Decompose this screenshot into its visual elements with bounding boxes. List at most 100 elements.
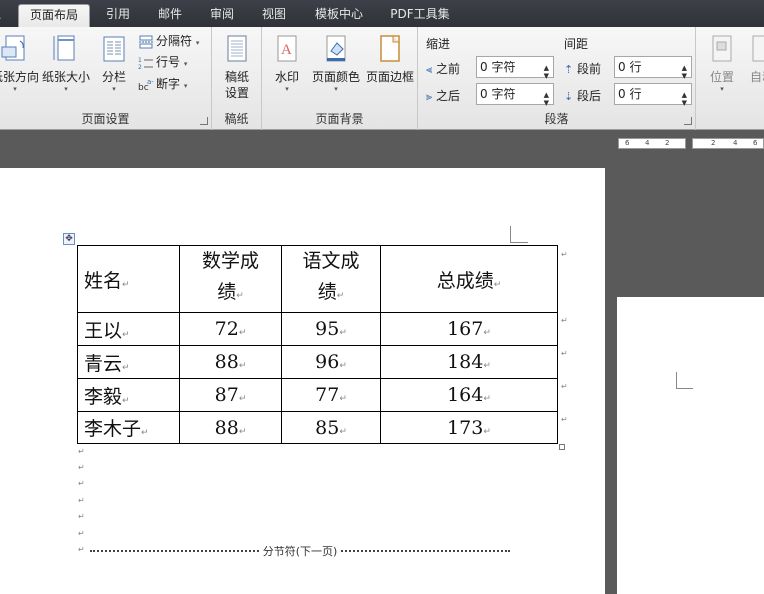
indent-right-icon: ⫸ bbox=[426, 90, 433, 103]
ribbon-tab-bar: 入 页面布局 引用 邮件 审阅 视图 模板中心 PDF工具集 bbox=[0, 0, 764, 27]
line-numbers-button[interactable]: 1 2 行号 ▾ bbox=[138, 53, 187, 73]
table-cell[interactable]: 95↵ bbox=[281, 312, 381, 346]
section-break[interactable]: 分节符(下一页) bbox=[90, 543, 510, 559]
space-after-input[interactable]: 0 行 ▲ ▼ bbox=[614, 83, 692, 107]
table-row: 青云↵ 88↵ 96↵ 184↵ bbox=[77, 345, 558, 379]
tab-template-center[interactable]: 模板中心 bbox=[306, 4, 372, 27]
document-page-next[interactable] bbox=[617, 297, 764, 594]
tab-page-layout[interactable]: 页面布局 bbox=[18, 4, 90, 27]
table-row: 李木子↵ 88↵ 85↵ 173↵ bbox=[77, 411, 558, 444]
draft-paper-label-line2: 设置 bbox=[224, 86, 249, 100]
tab-review[interactable]: 审阅 bbox=[200, 4, 244, 27]
table-cell[interactable]: 96↵ bbox=[281, 345, 381, 379]
space-after-icon: ⇣ bbox=[564, 90, 574, 103]
breaks-icon bbox=[139, 35, 153, 48]
ruler-tick: 2 bbox=[665, 139, 670, 147]
page-color-button[interactable]: 页面颜色 ▾ bbox=[308, 33, 364, 93]
paragraph-mark: ↵ bbox=[78, 463, 85, 472]
spacing-title: 间距 bbox=[564, 37, 589, 51]
line-numbers-label: 行号 bbox=[156, 55, 181, 69]
ruler-right[interactable]: 2 4 6 bbox=[692, 138, 764, 149]
watermark-label: 水印 bbox=[274, 70, 299, 84]
chevron-down-icon: ▾ bbox=[112, 85, 116, 93]
orientation-label: 纸张方向 bbox=[0, 70, 39, 84]
tab-pdf-tools[interactable]: PDF工具集 bbox=[382, 4, 458, 27]
paragraph-mark: ↵ bbox=[78, 496, 85, 505]
table-cell[interactable]: 88↵ bbox=[179, 411, 282, 444]
table-cell[interactable]: 李木子↵ bbox=[77, 411, 180, 444]
table-cell[interactable]: 87↵ bbox=[179, 378, 282, 412]
columns-label: 分栏 bbox=[101, 70, 126, 84]
breaks-label: 分隔符 bbox=[156, 34, 193, 48]
group-label-paragraph: 段落 bbox=[544, 112, 569, 126]
tab-insert-partial[interactable]: 入 bbox=[0, 4, 4, 27]
row-end-mark: ↵ bbox=[561, 250, 568, 259]
tab-mailings[interactable]: 邮件 bbox=[148, 4, 192, 27]
table-cell[interactable]: 72↵ bbox=[179, 312, 282, 346]
row-end-mark: ↵ bbox=[561, 415, 568, 424]
space-before-input[interactable]: 0 行 ▲ ▼ bbox=[614, 56, 692, 80]
svg-text:A: A bbox=[281, 42, 292, 58]
header-cell-total[interactable]: 总成绩↵ bbox=[380, 245, 558, 313]
wrap-text-icon bbox=[752, 35, 764, 62]
header-cell-math[interactable]: 数学成 绩↵ bbox=[179, 245, 282, 313]
table-header-row: 姓名↵ 数学成 绩↵ 语文成 绩↵ 总成绩↵ bbox=[77, 245, 558, 313]
page-color-label: 页面颜色 bbox=[311, 70, 360, 84]
margin-corner-mark bbox=[510, 226, 528, 243]
position-icon bbox=[712, 35, 732, 62]
chevron-down-icon: ▾ bbox=[285, 85, 289, 93]
table-cell[interactable]: 88↵ bbox=[179, 345, 282, 379]
header-cell-name[interactable]: 姓名↵ bbox=[77, 245, 180, 313]
group-page-setup: 纸张方向 ▾ 纸张大小 ▾ 分栏 ▾ 分隔符 ▾ 12行号 ▾ bbox=[0, 27, 212, 130]
indent-after-input[interactable]: 0 字符 ▲ ▼ bbox=[476, 83, 554, 107]
svg-text:2: 2 bbox=[138, 64, 142, 70]
table-cell[interactable]: 青云↵ bbox=[77, 345, 180, 379]
columns-icon bbox=[103, 36, 125, 62]
wrap-button[interactable]: 自动 bbox=[742, 33, 764, 85]
table-cell[interactable]: 85↵ bbox=[281, 411, 381, 444]
position-button[interactable]: 位置 ▾ bbox=[702, 33, 742, 93]
breaks-button[interactable]: 分隔符 ▾ bbox=[138, 32, 199, 52]
table-cell[interactable]: 王以↵ bbox=[77, 312, 180, 346]
table-move-handle[interactable]: ✥ bbox=[63, 233, 75, 245]
paragraph-mark: ↵ bbox=[78, 447, 85, 456]
chevron-down-icon: ▾ bbox=[334, 85, 338, 93]
table-cell[interactable]: 173↵ bbox=[380, 411, 558, 444]
table-cell[interactable]: 164↵ bbox=[380, 378, 558, 412]
draft-paper-button[interactable]: 稿纸 设置 bbox=[214, 33, 260, 101]
indent-title: 缩进 bbox=[426, 37, 451, 51]
table-cell[interactable]: 李毅↵ bbox=[77, 378, 180, 412]
tab-references[interactable]: 引用 bbox=[96, 4, 140, 27]
grades-table[interactable]: 姓名↵ 数学成 绩↵ 语文成 绩↵ 总成绩↵ 王以↵ 72↵ 95↵ 167↵ 青云… bbox=[77, 245, 558, 444]
page-borders-button[interactable]: 页面边框 bbox=[364, 33, 416, 85]
table-cell[interactable]: 184↵ bbox=[380, 345, 558, 379]
hyphenation-button[interactable]: bc a- 断字 ▾ bbox=[138, 75, 187, 95]
paragraph-mark: ↵ bbox=[78, 512, 85, 521]
space-before-label: ⇡ 段前 bbox=[564, 62, 602, 76]
ruler-left[interactable]: 6 4 2 bbox=[618, 138, 686, 149]
page-color-icon bbox=[326, 35, 346, 62]
svg-text:a-: a- bbox=[147, 78, 154, 86]
draft-paper-icon bbox=[227, 35, 247, 62]
ribbon: 纸张方向 ▾ 纸张大小 ▾ 分栏 ▾ 分隔符 ▾ 12行号 ▾ bbox=[0, 27, 764, 130]
paragraph-mark: ↵ bbox=[78, 545, 85, 554]
draft-paper-label-line1: 稿纸 bbox=[224, 70, 249, 84]
dialog-launcher-icon[interactable] bbox=[200, 117, 208, 125]
row-end-mark: ↵ bbox=[561, 316, 568, 325]
table-resize-handle[interactable] bbox=[559, 444, 565, 450]
columns-button[interactable]: 分栏 ▾ bbox=[96, 33, 132, 93]
orientation-button[interactable]: 纸张方向 ▾ bbox=[0, 33, 40, 93]
table-cell[interactable]: 167↵ bbox=[380, 312, 558, 346]
space-before-icon: ⇡ bbox=[564, 63, 574, 76]
tab-view[interactable]: 视图 bbox=[252, 4, 296, 27]
hyphenation-icon: bca- bbox=[138, 78, 154, 92]
section-break-label: 分节符(下一页) bbox=[260, 543, 340, 559]
table-cell[interactable]: 77↵ bbox=[281, 378, 381, 412]
header-cell-chinese[interactable]: 语文成 绩↵ bbox=[281, 245, 381, 313]
paper-size-button[interactable]: 纸张大小 ▾ bbox=[40, 33, 92, 93]
watermark-button[interactable]: A 水印 ▾ bbox=[266, 33, 308, 93]
chevron-down-icon: ▾ bbox=[183, 60, 188, 68]
row-end-mark: ↵ bbox=[561, 382, 568, 391]
indent-before-input[interactable]: 0 字符 ▲ ▼ bbox=[476, 56, 554, 80]
dialog-launcher-icon[interactable] bbox=[684, 117, 692, 125]
